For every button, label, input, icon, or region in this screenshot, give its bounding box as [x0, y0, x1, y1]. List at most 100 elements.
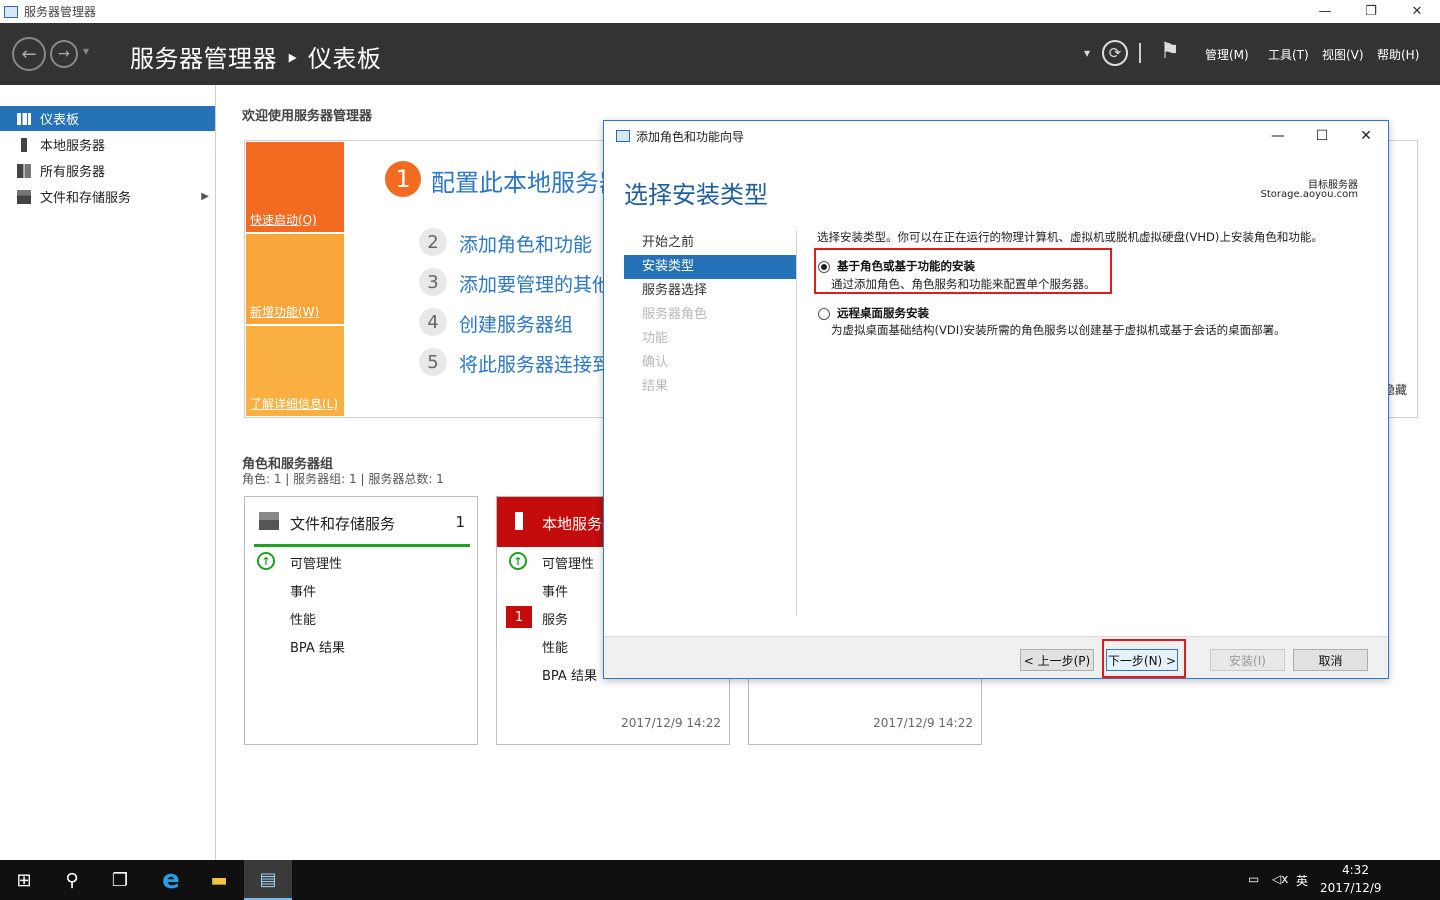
status-line	[254, 544, 470, 547]
role-based-option-desc: 通过添加角色、角色服务和功能来配置单个服务器。	[831, 277, 1096, 291]
dialog-minimize-button[interactable]: —	[1256, 125, 1300, 147]
window-title: 服务器管理器	[24, 5, 97, 19]
network-icon[interactable]: ▭	[1248, 872, 1259, 886]
card-timestamp: 2017/12/9 14:22	[621, 716, 721, 730]
sidebar-item-label: 文件和存储服务	[40, 191, 132, 206]
close-button[interactable]: ✕	[1394, 0, 1440, 23]
expand-arrow-icon[interactable]: ▶	[201, 191, 209, 202]
back-button[interactable]: ←	[12, 37, 46, 71]
step-configure-local-server[interactable]: 配置此本地服务器	[431, 163, 623, 198]
menu-tools[interactable]: 工具(T)	[1268, 46, 1309, 63]
storage-icon	[17, 189, 31, 204]
wizard-nav: 开始之前 安装类型 服务器选择 服务器角色 功能 确认 结果	[624, 231, 796, 399]
menu-manage[interactable]: 管理(M)	[1205, 46, 1249, 63]
step-add-roles[interactable]: 添加角色和功能	[459, 230, 592, 257]
server-manager-taskbar-icon[interactable]: ▤	[244, 860, 292, 900]
dialog-heading: 选择安装类型	[624, 181, 768, 209]
card-title: 文件和存储服务	[290, 515, 396, 533]
start-button[interactable]: ⊞	[0, 860, 48, 900]
row-performance[interactable]: 性能	[542, 637, 568, 656]
row-manageability[interactable]: 可管理性	[290, 553, 342, 572]
dialog-maximize-button[interactable]: ☐	[1300, 125, 1344, 147]
tile-label: 了解详细信息(L)	[250, 397, 339, 411]
notification-flag-icon[interactable]: ⚑	[1160, 39, 1180, 64]
row-bpa[interactable]: BPA 结果	[542, 665, 597, 684]
next-highlight-box	[1102, 639, 1186, 678]
sidebar-item-label: 所有服务器	[40, 165, 106, 180]
step-number: 5	[419, 348, 447, 376]
remote-desktop-radio[interactable]	[818, 308, 830, 320]
wizard-step-server-roles: 服务器角色	[642, 307, 708, 322]
step-number: 4	[419, 308, 447, 336]
volume-muted-icon[interactable]: ◁x	[1272, 872, 1288, 886]
forward-button[interactable]: →	[50, 40, 78, 68]
dialog-titlebar[interactable]: 添加角色和功能向导 — ☐ ✕	[604, 121, 1388, 151]
target-server-value: Storage.aoyou.com	[1260, 189, 1358, 200]
row-bpa[interactable]: BPA 结果	[290, 637, 345, 656]
storage-icon	[259, 512, 279, 530]
dialog-close-button[interactable]: ✕	[1344, 125, 1388, 147]
file-explorer-icon[interactable]: ▬	[195, 860, 243, 900]
servers-icon	[17, 163, 31, 178]
header-divider	[1139, 43, 1141, 63]
install-button: 安装(I)	[1210, 649, 1285, 671]
server-icon	[21, 137, 27, 152]
sidebar-item-all-servers[interactable]: 所有服务器	[0, 158, 215, 183]
nav-divider	[796, 231, 797, 616]
tile-label: 快速启动(Q)	[250, 213, 317, 227]
restore-button[interactable]: ❐	[1348, 0, 1394, 23]
installation-type-description: 选择安装类型。你可以在正在运行的物理计算机、虚拟机或脱机虚拟硬盘(VHD)上安装…	[817, 230, 1323, 244]
dashboard-icon	[17, 112, 31, 125]
remote-desktop-option-title[interactable]: 远程桌面服务安装	[837, 305, 929, 321]
role-based-option-title[interactable]: 基于角色或基于功能的安装	[837, 258, 975, 274]
sidebar-item-label: 仪表板	[40, 113, 80, 128]
wizard-step-server-selection[interactable]: 服务器选择	[624, 279, 796, 303]
search-icon[interactable]: ⚲	[48, 860, 96, 900]
dialog-footer: < 上一步(P) 下一步(N) > 安装(I) 取消	[604, 636, 1388, 678]
clock-date[interactable]: 2017/12/9	[1320, 881, 1382, 895]
wizard-step-results: 结果	[642, 379, 669, 394]
wizard-step-before-you-begin[interactable]: 开始之前	[624, 231, 796, 255]
task-view-icon[interactable]: ❐	[96, 860, 144, 900]
status-ok-icon: ↑	[509, 552, 527, 570]
step-number: 3	[419, 268, 447, 296]
wizard-step-confirmation: 确认	[642, 355, 669, 370]
tile-label: 新增功能(W)	[250, 305, 320, 319]
row-events[interactable]: 事件	[542, 581, 568, 600]
tile-learn-more[interactable]: 了解详细信息(L)	[246, 326, 344, 416]
tile-quick-start[interactable]: 快速启动(Q)	[246, 142, 344, 232]
step-create-group[interactable]: 创建服务器组	[459, 310, 573, 337]
step-number: 1	[385, 161, 421, 197]
sidebar-item-dashboard[interactable]: 仪表板	[0, 106, 215, 131]
role-based-radio[interactable]	[818, 261, 830, 273]
add-roles-wizard-dialog: 添加角色和功能向导 — ☐ ✕ 选择安装类型 目标服务器 Storage.aoy…	[603, 120, 1389, 679]
row-manageability[interactable]: 可管理性	[542, 553, 594, 572]
breadcrumb: 服务器管理器 ‣ 仪表板	[130, 45, 382, 73]
menu-view[interactable]: 视图(V)	[1322, 46, 1364, 63]
role-card-file-storage[interactable]: 文件和存储服务 1 ↑ 可管理性 事件 性能 BPA 结果	[244, 496, 478, 745]
previous-button[interactable]: < 上一步(P)	[1020, 649, 1094, 671]
sidebar-item-file-storage[interactable]: 文件和存储服务 ▶	[0, 184, 215, 209]
ime-indicator[interactable]: 英	[1296, 872, 1308, 889]
row-events[interactable]: 事件	[290, 581, 316, 600]
history-dropdown-icon[interactable]: ▾	[83, 44, 89, 58]
tile-whats-new[interactable]: 新增功能(W)	[246, 234, 344, 324]
refresh-icon[interactable]: ⟳	[1102, 40, 1128, 66]
clock-time[interactable]: 4:32	[1342, 863, 1369, 877]
card-timestamp: 2017/12/9 14:22	[873, 716, 973, 730]
welcome-heading: 欢迎使用服务器管理器	[242, 109, 373, 124]
internet-explorer-icon[interactable]: e	[147, 860, 195, 900]
minimize-button[interactable]: —	[1302, 0, 1348, 23]
status-ok-icon: ↑	[257, 552, 275, 570]
card-header[interactable]: 文件和存储服务 1	[245, 497, 477, 547]
window-titlebar: 服务器管理器 — ❐ ✕	[0, 0, 1440, 23]
wizard-step-installation-type[interactable]: 安装类型	[624, 255, 796, 279]
menu-help[interactable]: 帮助(H)	[1377, 46, 1419, 63]
cancel-button[interactable]: 取消	[1293, 649, 1368, 671]
remote-desktop-option-desc: 为虚拟桌面基础结构(VDI)安装所需的角色服务以创建基于虚拟机或基于会话的桌面部…	[831, 323, 1286, 337]
row-performance[interactable]: 性能	[290, 609, 316, 628]
sidebar-item-local-server[interactable]: 本地服务器	[0, 132, 215, 157]
row-services[interactable]: 服务	[542, 609, 568, 628]
wizard-step-features: 功能	[642, 331, 669, 346]
chevron-down-icon[interactable]: ▾	[1084, 46, 1090, 60]
